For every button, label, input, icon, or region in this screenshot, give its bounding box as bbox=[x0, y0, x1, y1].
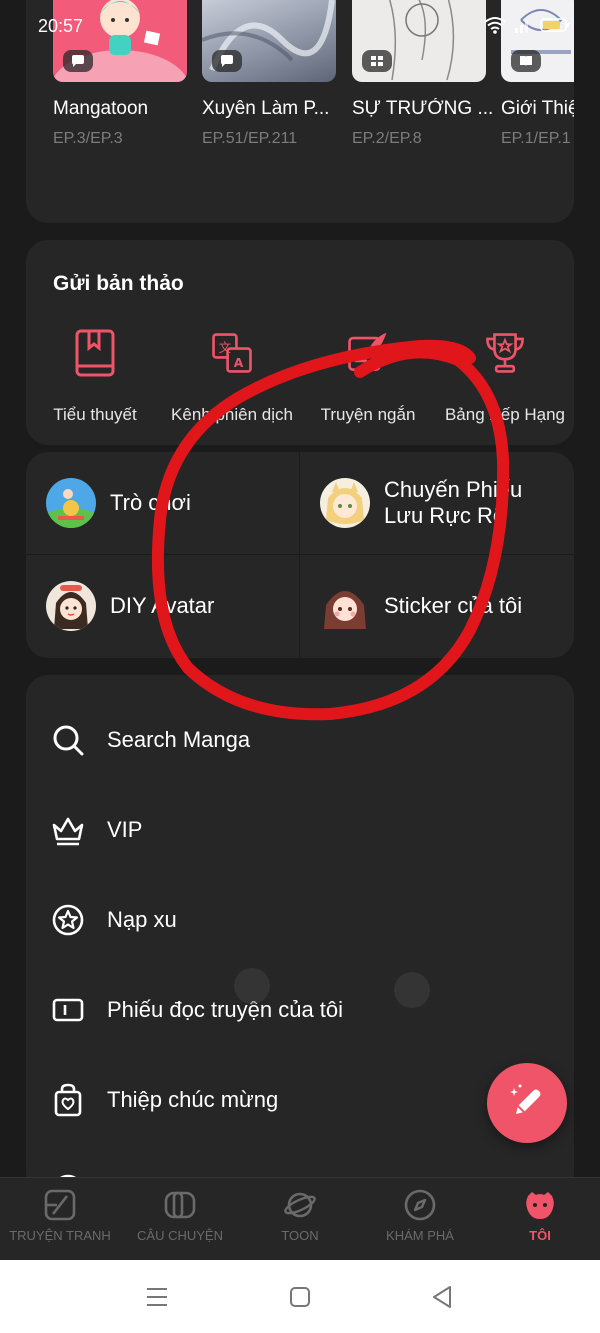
menu-item-reading-tickets[interactable]: Phiếu đọc truyện của tôi bbox=[26, 965, 574, 1055]
sticker-avatar bbox=[320, 581, 370, 631]
pencil-icon bbox=[510, 1084, 541, 1114]
book-badge-icon bbox=[511, 50, 541, 72]
feature-label: Sticker của tôi bbox=[384, 593, 523, 618]
nav-label: KHÁM PHÁ bbox=[386, 1228, 454, 1243]
draft-item-label: Bảng Xếp Hạng bbox=[444, 405, 566, 424]
draft-item-label: Tiểu thuyết bbox=[53, 405, 137, 424]
nav-tab-toon[interactable]: TOON bbox=[240, 1178, 360, 1260]
comic-item[interactable]: Giới Thiệ EP.1/EP.1 bbox=[501, 0, 574, 147]
translate-icon: 文A bbox=[212, 333, 252, 373]
grid-badge-icon bbox=[362, 50, 392, 72]
comic-cover bbox=[352, 0, 486, 82]
menu-item-label: VIP bbox=[107, 817, 143, 842]
draft-item-novel[interactable]: Tiểu thuyết bbox=[30, 328, 160, 425]
menu-item-label: Search Manga bbox=[107, 727, 251, 752]
draft-item-translation[interactable]: 文A Kênh phiên dịch bbox=[167, 328, 297, 425]
menu-item-label: Nạp xu bbox=[107, 907, 177, 932]
bottom-navigation: TRUYỆN TRANH CÂU CHUYỆN TOON KHÁM PHÁ TÔ… bbox=[0, 1177, 600, 1260]
svg-text:A: A bbox=[234, 356, 244, 370]
nav-tab-explore[interactable]: KHÁM PHÁ bbox=[360, 1178, 480, 1260]
chat-badge-icon bbox=[63, 50, 93, 72]
submit-draft-card: Gửi bản thảo Tiểu thuyết 文A Kênh phiên d… bbox=[26, 240, 574, 445]
planet-icon bbox=[284, 1192, 316, 1218]
comic-episode: EP.51/EP.211 bbox=[202, 130, 298, 147]
home-icon[interactable] bbox=[287, 1284, 313, 1310]
draft-item-ranking[interactable]: Bảng Xếp Hạng bbox=[440, 328, 570, 425]
comic-title: SỰ TRƯỞNG ... bbox=[352, 98, 492, 119]
games-avatar bbox=[46, 478, 96, 528]
feature-label: Trò chơi bbox=[110, 490, 191, 515]
draft-item-short-story[interactable]: Truyện ngắn bbox=[303, 328, 433, 425]
search-icon bbox=[53, 725, 84, 756]
back-icon[interactable] bbox=[430, 1284, 456, 1310]
quill-icon bbox=[348, 332, 387, 372]
menu-item-vip[interactable]: VIP bbox=[26, 785, 574, 875]
comic-cover bbox=[53, 0, 187, 82]
submit-draft-title: Gửi bản thảo bbox=[53, 272, 184, 295]
nav-label: TRUYỆN TRANH bbox=[9, 1228, 111, 1243]
draft-item-label: Truyện ngắn bbox=[320, 405, 416, 424]
write-fab-button[interactable] bbox=[487, 1063, 567, 1143]
nav-label: TÔI bbox=[529, 1228, 551, 1243]
nav-tab-me[interactable]: TÔI bbox=[480, 1178, 600, 1260]
star-coin-icon bbox=[52, 904, 84, 936]
menu-item-label: Thiệp chúc mừng bbox=[107, 1087, 279, 1112]
system-navigation-bar bbox=[0, 1260, 600, 1333]
feature-stickers[interactable]: Sticker của tôi bbox=[300, 555, 573, 657]
comic-cover bbox=[501, 0, 574, 82]
nav-label: CÂU CHUYỆN bbox=[137, 1228, 223, 1243]
svg-text:文: 文 bbox=[219, 340, 231, 355]
comic-book-icon bbox=[44, 1189, 76, 1221]
overlay-dot bbox=[394, 972, 430, 1008]
feature-diy-avatar[interactable]: DIY Avatar bbox=[26, 555, 299, 657]
comic-episode: EP.3/EP.3 bbox=[53, 130, 123, 147]
trophy-icon bbox=[486, 333, 524, 373]
feature-label-line: Chuyến Phiếu bbox=[384, 477, 523, 502]
comic-item[interactable]: Xuyên Làm P... EP.51/EP.211 bbox=[202, 0, 336, 147]
comic-episode: EP.2/EP.8 bbox=[352, 130, 422, 147]
profile-face-icon bbox=[526, 1192, 554, 1219]
comic-item[interactable]: SỰ TRƯỞNG ... EP.2/EP.8 bbox=[352, 0, 492, 147]
book-icon bbox=[75, 329, 115, 377]
compass-icon bbox=[404, 1189, 436, 1221]
menu-icon[interactable] bbox=[144, 1284, 170, 1310]
nav-tab-comics[interactable]: TRUYỆN TRANH bbox=[0, 1178, 120, 1260]
comic-title: Giới Thiệ bbox=[501, 98, 574, 119]
comic-title: Xuyên Làm P... bbox=[202, 98, 330, 119]
menu-item-label: Phiếu đọc truyện của tôi bbox=[107, 997, 344, 1022]
crown-icon bbox=[52, 817, 84, 846]
overlay-dot bbox=[234, 968, 270, 1004]
nav-tab-stories[interactable]: CÂU CHUYỆN bbox=[120, 1178, 240, 1260]
comic-episode: EP.1/EP.1 bbox=[501, 130, 571, 147]
menu-item-top-up[interactable]: Nạp xu bbox=[26, 875, 574, 965]
diy-avatar-image bbox=[46, 581, 96, 631]
draft-item-label: Kênh phiên dịch bbox=[171, 405, 293, 424]
features-grid: Trò chơi Chuyến Phiếu Lưu Rực Rỡ DIY Avat… bbox=[26, 452, 574, 658]
feature-label-line: Lưu Rực Rỡ bbox=[384, 503, 508, 528]
comic-item[interactable]: Mangatoon EP.3/EP.3 bbox=[53, 0, 187, 147]
comic-title: Mangatoon bbox=[53, 98, 149, 119]
gift-bag-icon bbox=[54, 1083, 82, 1117]
feature-label: Chuyến Phiếu Lưu Rực Rỡ bbox=[384, 477, 522, 529]
feature-games[interactable]: Trò chơi bbox=[26, 452, 299, 554]
tickets-avatar bbox=[320, 478, 370, 528]
ticket-icon bbox=[52, 998, 84, 1022]
menu-item-search-manga[interactable]: Search Manga bbox=[26, 695, 574, 785]
feature-tickets[interactable]: Chuyến Phiếu Lưu Rực Rỡ bbox=[300, 452, 573, 554]
recent-reading-card: Mangatoon EP.3/EP.3 Xuyên Làm P... EP.51… bbox=[26, 0, 574, 223]
open-book-icon bbox=[164, 1191, 196, 1219]
nav-label: TOON bbox=[281, 1228, 319, 1243]
comic-cover bbox=[202, 0, 336, 82]
feature-label: DIY Avatar bbox=[110, 593, 215, 618]
chat-badge-icon bbox=[212, 50, 242, 72]
